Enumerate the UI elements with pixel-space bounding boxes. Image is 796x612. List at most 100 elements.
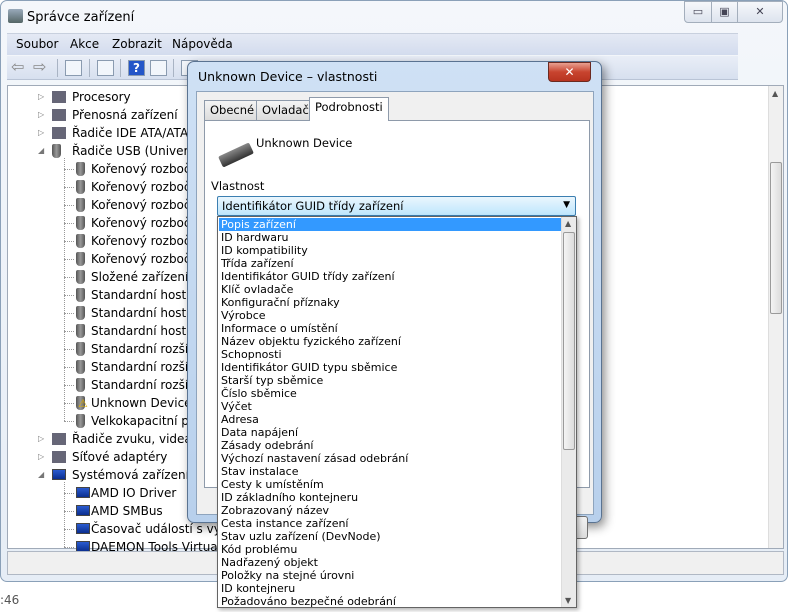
help-icon[interactable]: ? (128, 60, 145, 76)
app-icon (8, 9, 23, 23)
tree-connector (64, 367, 74, 368)
tree-connector (64, 169, 74, 170)
dropdown-option[interactable]: Název objektu fyzického zařízení (219, 335, 561, 348)
dropdown-option[interactable]: Nadřazený objekt (219, 556, 561, 569)
tab-obecne[interactable]: Obecné (204, 100, 261, 120)
expand-arrow-icon[interactable]: ▷ (38, 106, 44, 124)
menu-akce[interactable]: Akce (70, 37, 99, 51)
usb-icon (76, 414, 85, 428)
clock-fragment: :46 (0, 593, 20, 607)
tree-connector (64, 547, 74, 548)
dropdown-option[interactable]: Adresa (219, 413, 561, 426)
network-icon (52, 451, 66, 463)
device-name: Unknown Device (256, 136, 353, 150)
usb-icon (76, 360, 85, 374)
tree-connector (64, 493, 74, 494)
menu-bar: Soubor Akce Zobrazit Nápověda (7, 33, 738, 55)
close-button[interactable]: ✕ (737, 1, 783, 23)
dropdown-option[interactable]: Data napájení (219, 426, 561, 439)
show-hide-console-tree-icon[interactable] (65, 60, 82, 76)
expand-arrow-icon[interactable]: ▷ (38, 430, 44, 448)
scrollbar-thumb[interactable] (770, 162, 782, 314)
usb-icon (76, 288, 85, 302)
dropdown-option[interactable]: Číslo sběmice (219, 387, 561, 400)
usb-icon (76, 270, 85, 284)
menu-soubor[interactable]: Soubor (16, 37, 58, 51)
usb-icon (76, 378, 85, 392)
dropdown-option[interactable]: Požadováno bezpečné odebrání (219, 595, 561, 608)
dropdown-option[interactable]: Identifikátor GUID typu sběmice (219, 361, 561, 374)
dialog-close-button[interactable]: ✕ (548, 62, 591, 82)
warning-icon: ⚠ (78, 397, 88, 410)
dropdown-option[interactable]: Schopnosti (219, 348, 561, 361)
maximize-button[interactable]: ▣ (711, 1, 738, 23)
dropdown-option[interactable]: Konfigurační příznaky (219, 296, 561, 309)
menu-napoveda[interactable]: Nápověda (172, 37, 233, 51)
dropdown-option[interactable]: Stav instalace (219, 465, 561, 478)
dropdown-option[interactable]: Kód problému (219, 543, 561, 556)
dropdown-option[interactable]: Výchozí nastavení zásad odebrání (219, 452, 561, 465)
dropdown-option[interactable]: Výrobce (219, 309, 561, 322)
expand-arrow-icon[interactable]: ▷ (38, 124, 44, 142)
system-device-icon (52, 469, 66, 480)
expand-arrow-icon[interactable]: ▷ (38, 88, 44, 106)
dropdown-option[interactable]: Informace o umístění (219, 322, 561, 335)
menu-zobrazit[interactable]: Zobrazit (112, 37, 162, 51)
dropdown-option[interactable]: ID základního kontejneru (219, 491, 561, 504)
dropdown-option[interactable]: Zásady odebrání (219, 439, 561, 452)
property-dropdown-list: ▲ ▼ Popis zařízení ID hardwaru ID kompatib… (217, 216, 577, 608)
tree-item-label: Systémová zařízení (72, 468, 189, 482)
tree-connector (64, 482, 65, 547)
collapse-arrow-icon[interactable]: ◢ (38, 466, 44, 484)
dropdown-option[interactable]: Popis zařízení (219, 218, 561, 231)
dropdown-option[interactable]: ID kontejneru (219, 582, 561, 595)
dropdown-option[interactable]: Stav uzlu zařízení (DevNode) (219, 530, 561, 543)
usb-warning-icon: ⚠ (76, 396, 88, 410)
dropdown-option[interactable]: Výčet (219, 400, 561, 413)
usb-icon (76, 234, 85, 248)
cpu-icon (52, 91, 66, 103)
scroll-down-arrow-icon[interactable]: ▼ (565, 596, 571, 605)
usb-icon (76, 198, 85, 212)
tab-podrobnosti[interactable]: Podrobnosti (309, 97, 389, 121)
action-pane-icon[interactable] (150, 60, 167, 76)
portable-device-icon (52, 109, 66, 121)
dropdown-option[interactable]: Položky na stejné úrovni (219, 569, 561, 582)
tree-connector (64, 403, 74, 404)
dropdown-scrollbar[interactable]: ▲ ▼ (561, 217, 576, 607)
dropdown-option[interactable]: Cesty k umístěním (219, 478, 561, 491)
tab-ovladac[interactable]: Ovladač (256, 100, 315, 120)
dropdown-option[interactable]: Třída zařízení (219, 257, 561, 270)
properties-icon[interactable] (97, 60, 114, 76)
forward-icon[interactable]: ⇨ (33, 57, 50, 76)
chevron-down-icon[interactable]: ▼ (563, 200, 570, 210)
dropdown-option[interactable]: Starší typ sběmice (219, 374, 561, 387)
tree-item-label: Procesory (72, 90, 131, 104)
usb-icon (52, 144, 61, 158)
dropdown-option[interactable]: Klíč ovladače (219, 283, 561, 296)
system-device-icon (76, 523, 90, 534)
dropdown-scrollbar-thumb[interactable] (563, 232, 575, 450)
expand-arrow-icon[interactable]: ▷ (38, 448, 44, 466)
tree-scrollbar[interactable]: ▲ (768, 86, 783, 548)
dropdown-option[interactable]: Identifikátor GUID třídy zařízení (219, 270, 561, 283)
property-select[interactable]: Identifikátor GUID třídy zařízení ▼ (217, 196, 576, 216)
tree-connector (64, 529, 74, 530)
dropdown-option[interactable]: Zobrazovaný název (219, 504, 561, 517)
dropdown-option[interactable]: Cesta instance zařízení (219, 517, 561, 530)
ide-controller-icon (52, 127, 66, 139)
toolbar-separator (173, 59, 174, 77)
toolbar-separator (57, 59, 58, 77)
scroll-up-arrow-icon[interactable]: ▲ (565, 219, 571, 228)
dropdown-option[interactable]: ID kompatibility (219, 244, 561, 257)
dropdown-option[interactable]: ID hardwaru (219, 231, 561, 244)
usb-icon (76, 342, 85, 356)
minimize-button[interactable]: ▭ (684, 1, 712, 23)
collapse-arrow-icon[interactable]: ◢ (38, 142, 44, 160)
tree-item-label: Přenosná zařízení (72, 108, 178, 122)
tree-item-label: AMD IO Driver (91, 486, 177, 500)
scroll-up-arrow-icon[interactable]: ▲ (772, 89, 778, 98)
usb-icon (76, 180, 85, 194)
back-icon[interactable]: ⇦ (11, 57, 28, 76)
property-select-value: Identifikátor GUID třídy zařízení (222, 199, 404, 213)
